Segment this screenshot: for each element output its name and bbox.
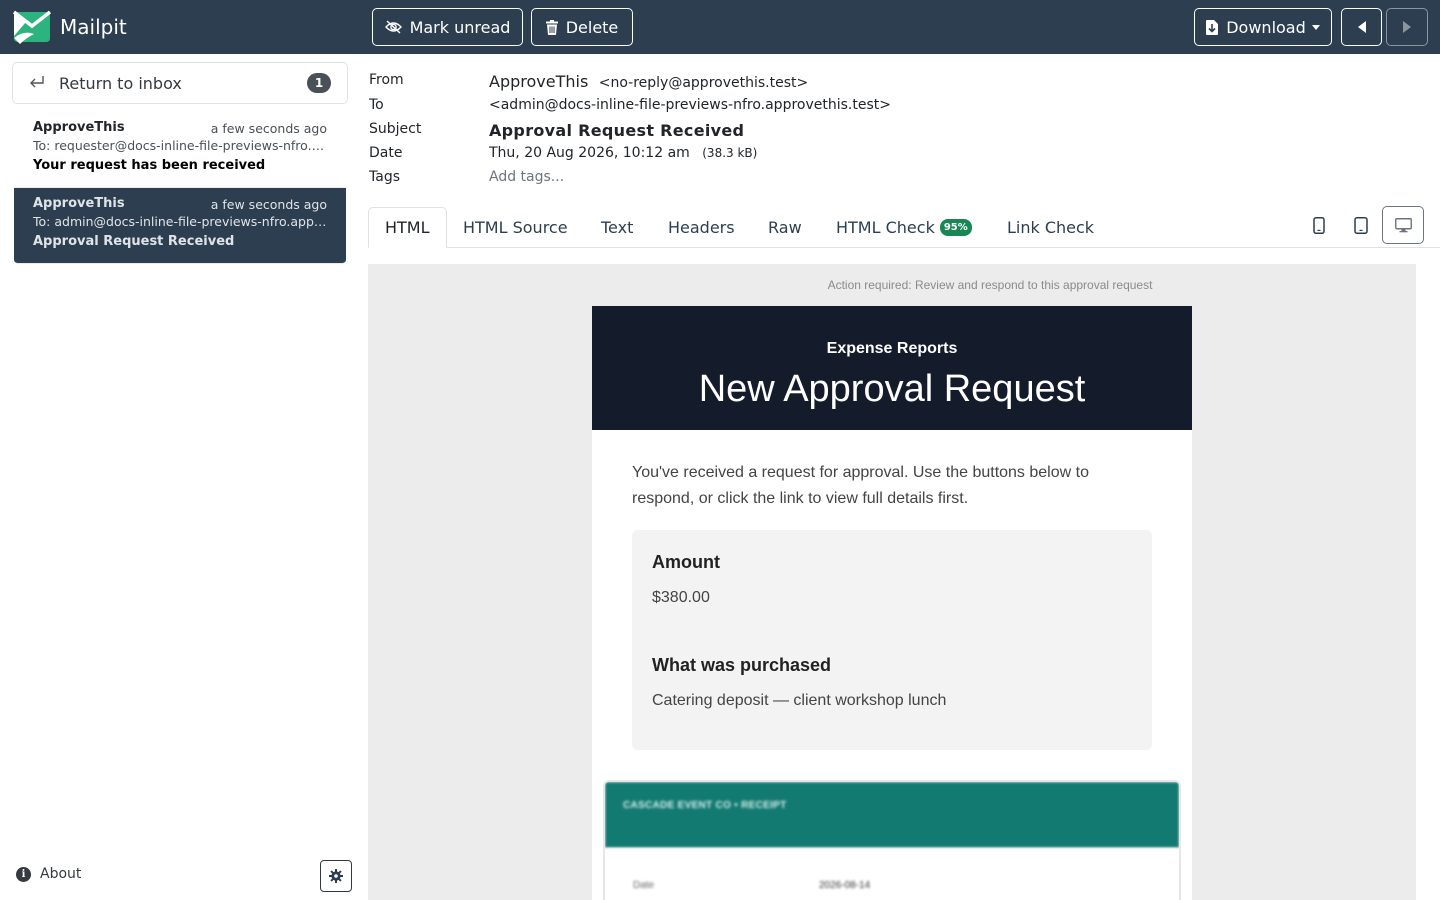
trash-icon [545, 19, 558, 35]
attachment-body: Date 2026-08-14 [605, 848, 1179, 900]
desktop-icon [1394, 217, 1412, 232]
from-name: ApproveThis [489, 72, 589, 91]
attachment-header-text: CASCADE EVENT CO • RECEIPT [623, 800, 787, 811]
message-subject: Approval Request Received [33, 234, 235, 249]
date-label: Date [369, 145, 403, 161]
next-message-button[interactable] [1386, 8, 1428, 46]
return-to-inbox-button[interactable]: Return to inbox 1 [12, 62, 348, 104]
tab-headers-label: Headers [668, 218, 735, 237]
date-value: Thu, 20 Aug 2026, 10:12 am [489, 145, 690, 161]
message-list-item[interactable]: ApproveThis a few seconds ago To: reques… [14, 112, 346, 188]
mark-unread-label: Mark unread [409, 17, 511, 37]
from-address: <no-reply@approvethis.test> [598, 75, 809, 91]
eye-slash-icon [384, 20, 402, 34]
tab-text[interactable]: Text [585, 207, 649, 248]
purchase-value: Catering deposit — client workshop lunch [652, 692, 947, 709]
download-dropdown-button[interactable]: Download [1194, 8, 1332, 46]
message-recipient: To: admin@docs-inline-file-previews-nfro… [33, 214, 327, 229]
info-icon: i [16, 866, 31, 882]
tab-html-label: HTML [385, 218, 430, 237]
phone-view-button[interactable] [1300, 207, 1338, 243]
message-recipient: To: requester@docs-inline-file-previews-… [33, 138, 327, 153]
tab-html[interactable]: HTML [368, 207, 447, 248]
inline-attachment-preview[interactable]: CASCADE EVENT CO • RECEIPT Date 2026-08-… [603, 780, 1181, 900]
email-title: New Approval Request [698, 368, 1086, 410]
app-name: Mailpit [60, 15, 127, 39]
attachment-row-value: 2026-08-14 [819, 880, 871, 891]
phone-icon [1313, 216, 1325, 234]
tab-html-check[interactable]: HTML Check 95% [820, 207, 988, 248]
unread-count-badge: 1 [307, 73, 331, 93]
message-time: a few seconds ago [210, 197, 327, 212]
brand[interactable]: Mailpit [12, 8, 127, 46]
email-intro-text: You've received a request for approval. … [632, 464, 1089, 507]
email-body: Expense Reports New Approval Request You… [592, 306, 1192, 900]
top-navbar: Mailpit Mark unread Delete Download [0, 0, 1440, 54]
tags-label: Tags [369, 169, 400, 185]
email-category: Expense Reports [826, 340, 958, 357]
tablet-icon [1354, 216, 1368, 234]
delete-label: Delete [565, 17, 619, 37]
html-preview-frame[interactable]: Action required: Review and respond to t… [368, 264, 1416, 900]
purchase-label: What was purchased [652, 655, 832, 675]
from-label: From [369, 72, 404, 88]
attachment-header: CASCADE EVENT CO • RECEIPT [605, 782, 1179, 848]
message-list: ApproveThis a few seconds ago To: reques… [14, 112, 346, 264]
mailpit-logo-icon [12, 10, 52, 44]
tab-link-check[interactable]: Link Check [991, 207, 1110, 248]
return-arrow-icon [29, 74, 45, 93]
tab-html-source[interactable]: HTML Source [447, 207, 584, 248]
file-download-icon [1206, 19, 1219, 35]
previous-message-button[interactable] [1341, 8, 1382, 46]
tab-html-check-label: HTML Check [836, 218, 935, 237]
html-check-score-badge: 95% [939, 219, 972, 236]
tab-link-check-label: Link Check [1007, 218, 1095, 237]
download-label: Download [1226, 17, 1306, 37]
email-header-banner: Expense Reports New Approval Request [592, 306, 1192, 430]
attachment-row-key: Date [633, 880, 655, 891]
tablet-view-button[interactable] [1342, 207, 1380, 243]
desktop-view-button[interactable] [1382, 206, 1424, 244]
delete-button[interactable]: Delete [531, 8, 633, 46]
message-time: a few seconds ago [210, 121, 327, 136]
email-preheader: Action required: Review and respond to t… [827, 278, 1153, 292]
tab-text-label: Text [601, 218, 634, 237]
to-label: To [369, 97, 384, 113]
mark-unread-button[interactable]: Mark unread [372, 8, 523, 46]
from-value: ApproveThis <no-reply@approvethis.test> [489, 72, 808, 91]
settings-button[interactable] [320, 860, 352, 892]
caret-right-icon [1403, 21, 1411, 33]
caret-left-icon [1357, 21, 1366, 33]
tab-headers[interactable]: Headers [652, 207, 751, 248]
amount-label: Amount [652, 552, 720, 572]
about-link[interactable]: i About [16, 866, 81, 882]
tags-input[interactable]: Add tags... [489, 169, 564, 185]
message-size: (38.3 kB) [702, 146, 758, 160]
return-to-inbox-label: Return to inbox [59, 73, 182, 93]
gear-icon [329, 869, 343, 883]
tab-raw[interactable]: Raw [752, 207, 818, 248]
message-subject: Your request has been received [33, 158, 266, 173]
subject-value: Approval Request Received [489, 121, 745, 140]
tab-html-source-label: HTML Source [463, 218, 568, 237]
amount-value: $380.00 [652, 589, 710, 606]
subject-label: Subject [369, 121, 422, 137]
to-address: <admin@docs-inline-file-previews-nfro.ap… [489, 97, 891, 113]
date-value-group: Thu, 20 Aug 2026, 10:12 am (38.3 kB) [489, 145, 757, 161]
about-label: About [40, 866, 82, 882]
tab-raw-label: Raw [768, 218, 802, 237]
request-details-box: Amount $380.00 What was purchased Cateri… [632, 530, 1152, 750]
chevron-down-icon [1311, 24, 1320, 30]
message-list-item-active[interactable]: ApproveThis a few seconds ago To: admin@… [14, 188, 346, 264]
